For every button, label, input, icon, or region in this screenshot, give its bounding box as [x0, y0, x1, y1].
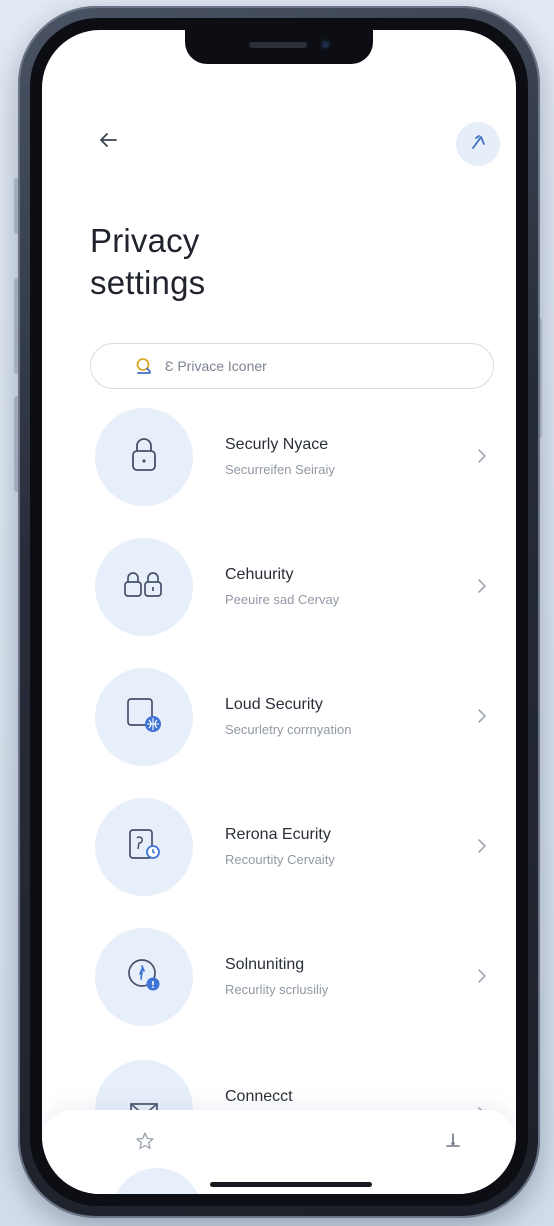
chevron-right-icon	[470, 962, 494, 990]
search-icon	[133, 355, 155, 377]
chevron-right-icon	[470, 572, 494, 600]
list-item-icon-bg	[95, 538, 193, 636]
phone-screen: Privacy settings Ɛ Privace Iconer Securl…	[42, 30, 516, 1194]
scene: Privacy settings Ɛ Privace Iconer Securl…	[0, 0, 554, 1226]
notch	[185, 30, 373, 64]
speaker-grille	[249, 42, 307, 48]
device-globe-icon	[123, 694, 165, 741]
search-bar[interactable]	[90, 343, 494, 389]
list-item-title: Solnuniting	[225, 956, 305, 973]
star-icon	[135, 1131, 155, 1156]
front-camera	[320, 39, 331, 50]
list-item-title: Loud Security	[225, 696, 323, 713]
list-item-rerona-ecurity[interactable]: Rerona Ecurity Recourtity Cervaity	[42, 798, 516, 910]
search-input[interactable]	[163, 357, 467, 375]
arrow-left-icon	[97, 129, 119, 156]
list-item-subtitle: Recurlity scrlusiliy	[225, 982, 329, 997]
list-item-icon-bg	[95, 928, 193, 1026]
lock-icon	[127, 436, 161, 479]
list-item-securly-nyace[interactable]: Securly Nyace Securreifen Seiraiy	[42, 408, 516, 520]
list-item-title: Connecct	[225, 1088, 293, 1105]
nav-tab-person[interactable]	[438, 1128, 468, 1158]
person-icon	[443, 1131, 463, 1156]
list-item-icon-bg	[95, 668, 193, 766]
header-action-button[interactable]	[456, 122, 500, 166]
phone-frame: Privacy settings Ɛ Privace Iconer Securl…	[18, 6, 540, 1218]
list-item-title: Securly Nyace	[225, 436, 329, 453]
page-title-line2: settings	[90, 264, 206, 301]
nav-tab-star[interactable]	[130, 1128, 160, 1158]
chevron-right-icon	[470, 832, 494, 860]
page-title: Privacy settings	[90, 220, 390, 304]
list-item-title: Rerona Ecurity	[225, 826, 331, 843]
list-item-cehuurity[interactable]: Cehuurity Peeuire sad Cervay	[42, 538, 516, 650]
list-item-icon-bg	[95, 798, 193, 896]
wand-icon	[468, 132, 488, 157]
list-item-subtitle: Recourtity Cervaity	[225, 852, 335, 867]
list-item-icon-bg	[95, 408, 193, 506]
list-item-subtitle: Securreifen Seiraiy	[225, 462, 335, 477]
chevron-right-icon	[470, 442, 494, 470]
phone-key-icon	[124, 825, 164, 870]
list-item-subtitle: Peeuire sad Cervay	[225, 592, 340, 607]
phone-bezel: Privacy settings Ɛ Privace Iconer Securl…	[30, 18, 528, 1206]
list-item-loud-security[interactable]: Loud Security Securletry corrnyation	[42, 668, 516, 780]
gear-badge-icon	[123, 954, 165, 1001]
list-item-subtitle: Securletry corrnyation	[225, 722, 352, 737]
chevron-right-icon	[470, 702, 494, 730]
double-lock-icon	[122, 568, 166, 607]
list-item-title: Cehuurity	[225, 566, 294, 583]
page-title-line1: Privacy	[90, 222, 200, 259]
list-item-solnuniting[interactable]: Solnuniting Recurlity scrlusiliy	[42, 928, 516, 1040]
back-button[interactable]	[90, 124, 126, 160]
home-indicator[interactable]	[210, 1182, 372, 1187]
